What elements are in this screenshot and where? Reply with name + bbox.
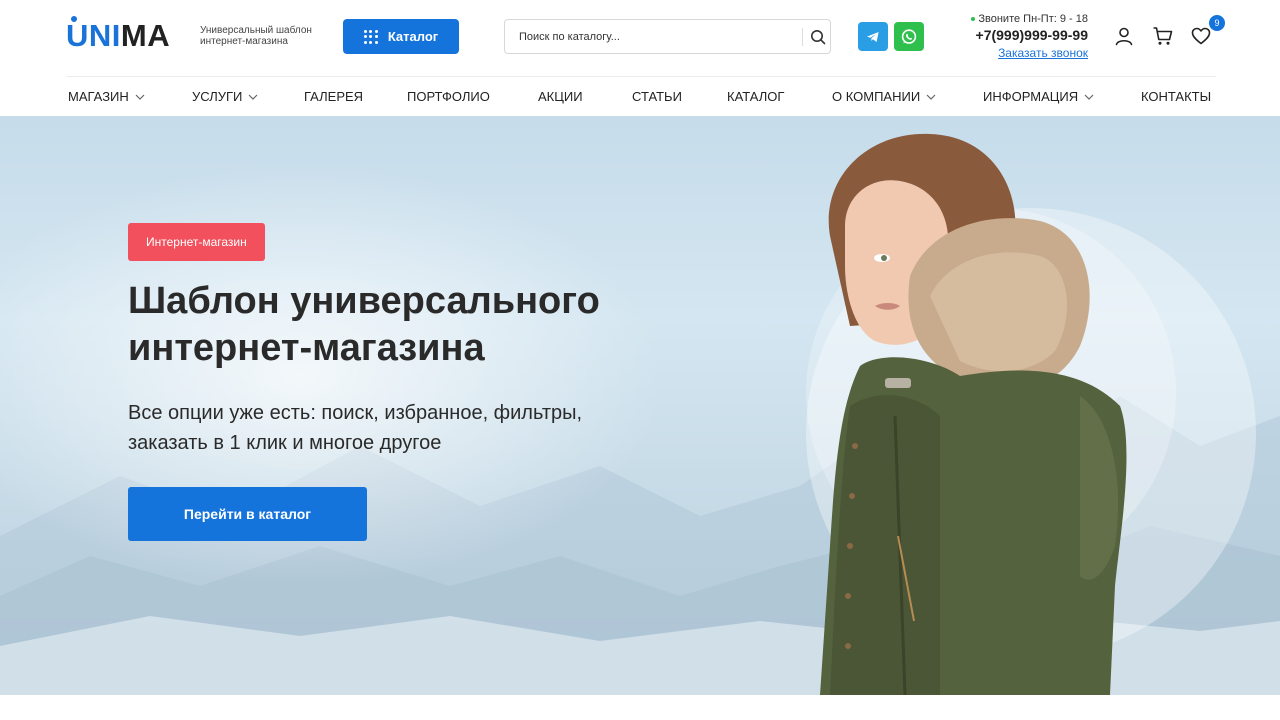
telegram-button[interactable] <box>858 22 888 51</box>
tagline: Универсальный шаблон интернет-магазина <box>200 25 312 47</box>
nav-item-label: СТАТЬИ <box>632 89 682 104</box>
nav-item-portfolio[interactable]: ПОРТФОЛИО <box>407 89 490 104</box>
whatsapp-button[interactable] <box>894 22 924 51</box>
hero-subtitle-line: заказать в 1 клик и многое другое <box>128 432 442 454</box>
main-nav: МАГАЗИН УСЛУГИ ГАЛЕРЕЯ ПОРТФОЛИО АКЦИИ С… <box>0 76 1280 116</box>
chevron-down-icon <box>248 94 258 100</box>
go-to-catalog-button[interactable]: Перейти в каталог <box>128 487 367 541</box>
logo-part-1: UNI <box>66 18 121 53</box>
grid-dots-icon <box>363 29 378 44</box>
logo-text: UNIMA <box>66 16 171 54</box>
nav-item-label: УСЛУГИ <box>192 89 243 104</box>
nav-item-label: ИНФОРМАЦИЯ <box>983 89 1079 104</box>
nav-item-info[interactable]: ИНФОРМАЦИЯ <box>983 89 1094 104</box>
search-box <box>504 19 831 54</box>
logo-part-2: MA <box>120 18 171 53</box>
nav-item-articles[interactable]: СТАТЬИ <box>632 89 682 104</box>
nav-item-shop[interactable]: МАГАЗИН <box>68 89 145 104</box>
hero-title-line: Шаблон универсального <box>128 280 600 322</box>
whatsapp-icon <box>901 28 917 44</box>
hero-title: Шаблон универсального интернет-магазина <box>128 278 728 372</box>
nav-divider <box>66 76 1216 77</box>
nav-item-services[interactable]: УСЛУГИ <box>192 89 258 104</box>
nav-item-catalog[interactable]: КАТАЛОГ <box>727 89 784 104</box>
phone-number[interactable]: +7(999)999-99-99 <box>950 27 1088 43</box>
search-divider <box>802 28 803 46</box>
chevron-down-icon <box>135 94 145 100</box>
nav-item-label: О КОМПАНИИ <box>832 89 921 104</box>
nav-item-label: КАТАЛОГ <box>727 89 785 104</box>
logo[interactable]: UNIMA <box>66 16 171 54</box>
nav-item-label: КОНТАКТЫ <box>1141 89 1212 104</box>
callback-link[interactable]: Заказать звонок <box>980 46 1088 60</box>
catalog-button-label: Каталог <box>387 29 439 44</box>
page: UNIMA Универсальный шаблон интернет-мага… <box>0 0 1280 720</box>
model-in-parka-image <box>820 133 1127 695</box>
work-hours-text: Звоните Пн-Пт: 9 - 18 <box>978 13 1088 25</box>
nav-item-label: ГАЛЕРЕЯ <box>304 89 364 104</box>
catalog-button[interactable]: Каталог <box>343 19 459 54</box>
site-header: UNIMA Универсальный шаблон интернет-мага… <box>0 0 1280 76</box>
nav-item-contacts[interactable]: КОНТАКТЫ <box>1141 89 1211 104</box>
chevron-down-icon <box>1084 94 1094 100</box>
nav-item-promotions[interactable]: АКЦИИ <box>538 89 583 104</box>
hero-tag-badge: Интернет-магазин <box>128 223 265 261</box>
page-bottom-strip <box>0 695 1280 720</box>
online-dot <box>971 17 976 22</box>
logo-dot <box>71 16 77 22</box>
telegram-icon <box>867 31 879 42</box>
search-input[interactable] <box>505 20 801 53</box>
chevron-down-icon <box>926 94 936 100</box>
cart-icon[interactable] <box>1152 25 1174 47</box>
nav-item-about[interactable]: О КОМПАНИИ <box>832 89 936 104</box>
nav-item-label: ПОРТФОЛИО <box>407 89 490 104</box>
favorites-count-badge: 9 <box>1209 15 1225 31</box>
nav-item-label: МАГАЗИН <box>68 89 129 104</box>
nav-item-label: АКЦИИ <box>538 89 583 104</box>
nav-item-gallery[interactable]: ГАЛЕРЕЯ <box>304 89 363 104</box>
search-icon[interactable] <box>808 27 828 47</box>
work-hours: Звоните Пн-Пт: 9 - 18 <box>960 13 1088 25</box>
user-icon[interactable] <box>1113 25 1135 47</box>
hero-subtitle-line: Все опции уже есть: поиск, избранное, фи… <box>128 402 583 424</box>
hero-title-line: интернет-магазина <box>128 327 485 369</box>
hero-subtitle: Все опции уже есть: поиск, избранное, фи… <box>128 398 688 458</box>
heart-icon[interactable] <box>1190 25 1212 47</box>
